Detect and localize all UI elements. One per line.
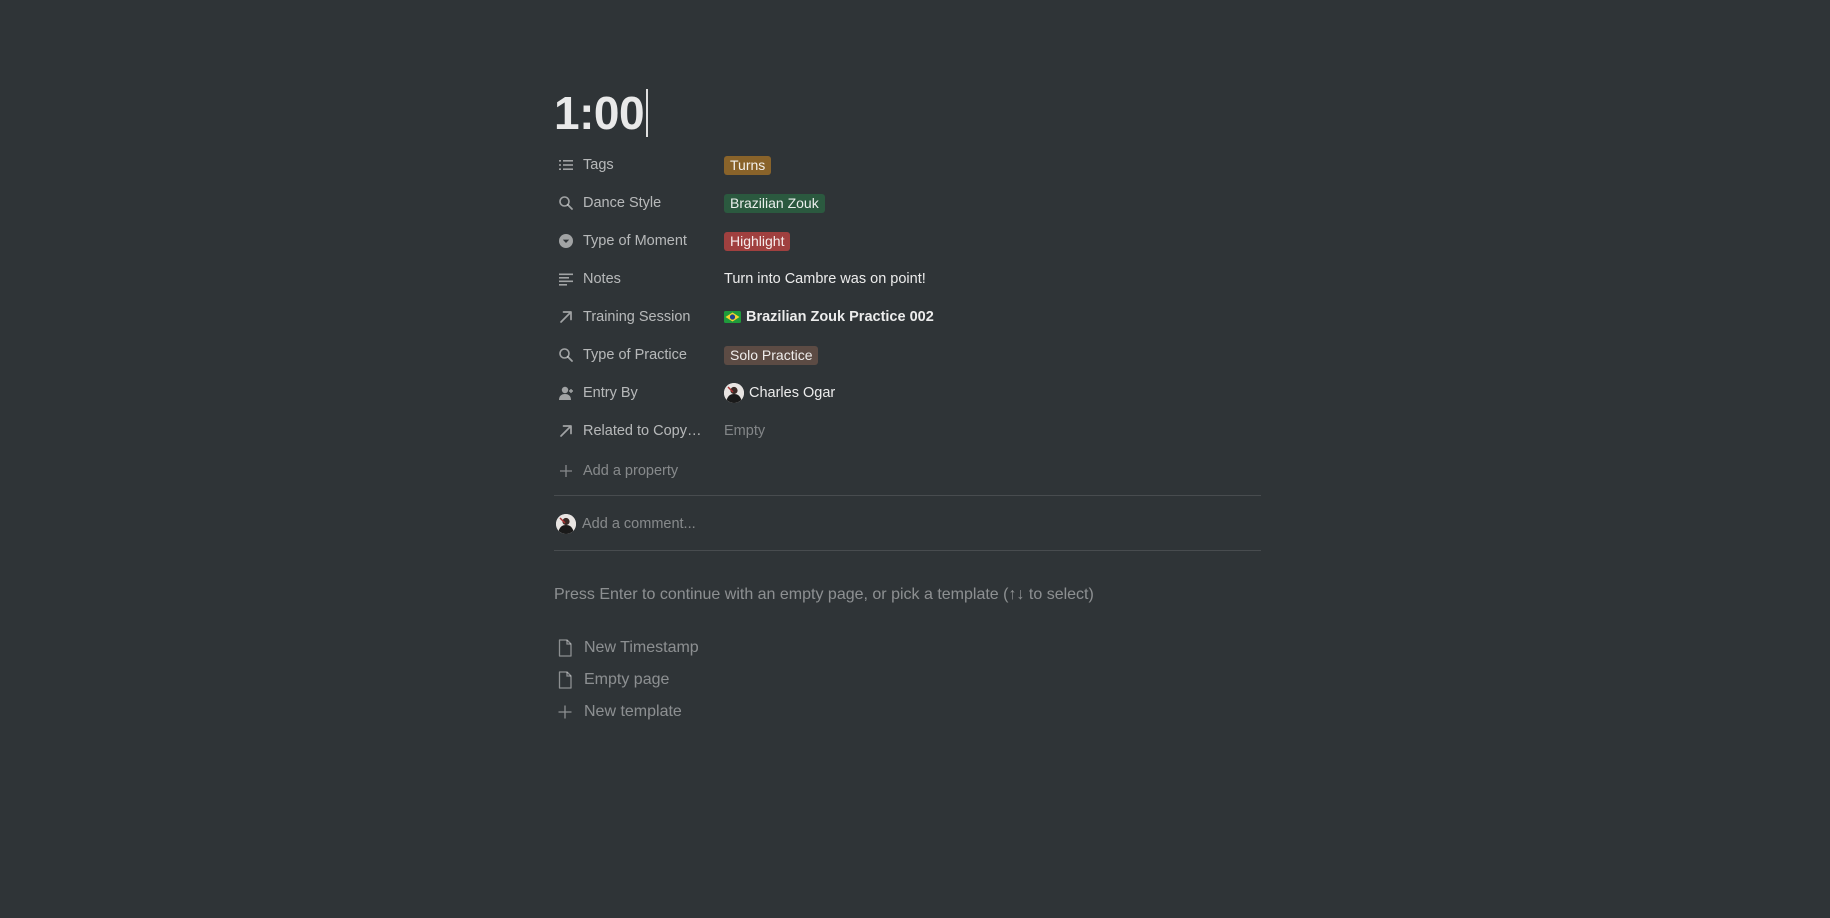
divider	[554, 495, 1261, 496]
template-hint-text: Press Enter to continue with an empty pa…	[554, 586, 1094, 603]
property-name-type-of-moment[interactable]: Type of Moment	[554, 226, 724, 256]
property-row-notes: Notes Turn into Cambre was on point!	[554, 260, 1261, 298]
property-label: Notes	[583, 271, 621, 287]
text-lines-icon	[558, 271, 574, 287]
properties-list: Tags Turns Dance Style Brazilian Zouk Ty…	[554, 146, 1261, 450]
tag-turns: Turns	[724, 155, 772, 175]
comment-row	[554, 512, 1261, 536]
tag-highlight: Highlight	[724, 231, 791, 251]
search-icon	[558, 195, 574, 211]
property-label: Training Session	[583, 309, 691, 325]
property-value-entry-by[interactable]: Charles Ogar	[724, 378, 1261, 408]
plus-icon	[558, 463, 574, 479]
notes-text: Turn into Cambre was on point!	[724, 271, 926, 287]
property-label: Type of Moment	[583, 233, 687, 249]
property-name-tags[interactable]: Tags	[554, 150, 724, 180]
avatar	[556, 514, 576, 534]
property-row-tags: Tags Turns	[554, 146, 1261, 184]
empty-placeholder: Empty	[724, 423, 766, 439]
property-value-type-of-moment[interactable]: Highlight	[724, 226, 1261, 256]
property-value-related-to-copy[interactable]: Empty	[724, 416, 1261, 446]
avatar	[724, 383, 744, 403]
property-label: Entry By	[583, 385, 638, 401]
arrow-up-right-icon	[558, 309, 574, 325]
property-value-type-of-practice[interactable]: Solo Practice	[724, 340, 1261, 370]
property-label: Related to Copy ...	[583, 423, 703, 439]
page-title-row[interactable]: 1:00	[554, 82, 649, 144]
property-row-entry-by: Entry By Charles Ogar	[554, 374, 1261, 412]
property-value-dance-style[interactable]: Brazilian Zouk	[724, 188, 1261, 218]
property-row-type-of-practice: Type of Practice Solo Practice	[554, 336, 1261, 374]
property-name-training-session[interactable]: Training Session	[554, 302, 724, 332]
property-name-notes[interactable]: Notes	[554, 264, 724, 294]
property-name-dance-style[interactable]: Dance Style	[554, 188, 724, 218]
divider	[554, 550, 1261, 551]
template-new-timestamp[interactable]: New Timestamp	[554, 634, 699, 662]
tag-brazilian-zouk: Brazilian Zouk	[724, 193, 825, 213]
comment-input[interactable]	[582, 516, 1182, 532]
add-property-label: Add a property	[583, 463, 679, 479]
person-name: Charles Ogar	[749, 385, 836, 401]
brazil-flag-icon	[724, 311, 741, 323]
page-container: 1:00 Tags Turns Dance Style Brazilian Zo…	[554, 0, 1261, 918]
text-cursor	[646, 89, 649, 137]
property-name-entry-by[interactable]: Entry By	[554, 378, 724, 408]
property-value-tags[interactable]: Turns	[724, 150, 1261, 180]
dropdown-circle-icon	[558, 233, 574, 249]
search-icon	[558, 347, 574, 363]
template-label: New Timestamp	[584, 639, 699, 656]
person-chip[interactable]: Charles Ogar	[724, 383, 835, 403]
relation-title: Brazilian Zouk Practice 002	[746, 309, 934, 325]
arrow-up-right-icon	[558, 423, 574, 439]
property-row-training-session: Training Session Brazilian Zouk Practice…	[554, 298, 1261, 336]
property-label: Dance Style	[583, 195, 662, 211]
property-row-related-to-copy: Related to Copy ... Empty	[554, 412, 1261, 450]
person-icon	[558, 385, 574, 401]
property-value-training-session[interactable]: Brazilian Zouk Practice 002	[724, 302, 1261, 332]
template-empty-page[interactable]: Empty page	[554, 666, 669, 694]
page-icon	[556, 639, 574, 657]
list-icon	[558, 157, 574, 173]
property-row-type-of-moment: Type of Moment Highlight	[554, 222, 1261, 260]
property-label: Type of Practice	[583, 347, 687, 363]
property-label: Tags	[583, 157, 614, 173]
page-title[interactable]: 1:00	[554, 86, 645, 140]
plus-icon	[556, 703, 574, 721]
add-property-button[interactable]: Add a property	[554, 457, 1261, 485]
page-icon	[556, 671, 574, 689]
property-name-related-to-copy[interactable]: Related to Copy ...	[554, 416, 724, 446]
property-name-type-of-practice[interactable]: Type of Practice	[554, 340, 724, 370]
property-row-dance-style: Dance Style Brazilian Zouk	[554, 184, 1261, 222]
template-label: Empty page	[584, 671, 670, 688]
tag-solo-practice: Solo Practice	[724, 345, 819, 365]
template-label: New template	[584, 703, 682, 720]
template-new-template[interactable]: New template	[554, 698, 682, 726]
relation-link[interactable]: Brazilian Zouk Practice 002	[724, 309, 934, 325]
property-value-notes[interactable]: Turn into Cambre was on point!	[724, 264, 1261, 294]
